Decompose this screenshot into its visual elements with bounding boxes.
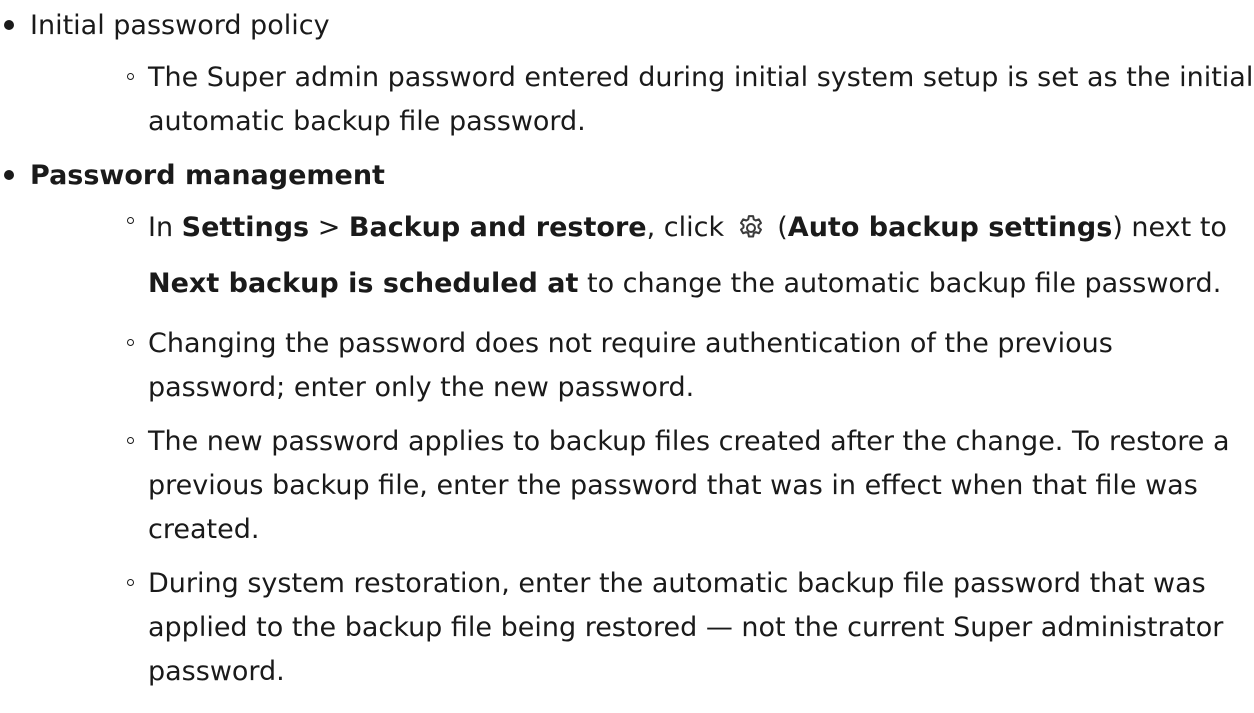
section-heading: Initial password policy	[30, 10, 330, 41]
text-fragment: In	[148, 212, 182, 243]
bullet-dot	[4, 20, 14, 30]
sub-list: The Super admin password entered during …	[30, 56, 1254, 144]
list-item: In Settings > Backup and restore, click …	[30, 200, 1254, 312]
text-fragment: , click	[646, 212, 733, 243]
path-separator: >	[309, 212, 349, 243]
text-fragment: (	[768, 212, 788, 243]
top-level-list: Initial password policy The Super admin …	[0, 4, 1254, 694]
list-item-text: Changing the password does not require a…	[148, 328, 1113, 403]
list-item-text: During system restoration, enter the aut…	[148, 568, 1224, 687]
document-page: Initial password policy The Super admin …	[0, 0, 1254, 713]
list-item: During system restoration, enter the aut…	[30, 562, 1254, 694]
list-item: The Super admin password entered during …	[30, 56, 1254, 144]
list-item-text: In Settings > Backup and restore, click …	[148, 200, 1254, 312]
list-item-password-management: Password management In Settings > Backup…	[0, 154, 1254, 694]
next-backup-label: Next backup is scheduled at	[148, 268, 579, 299]
bullet-circle	[127, 73, 134, 80]
auto-backup-settings-label: Auto backup settings	[787, 212, 1113, 243]
bullet-dot	[4, 170, 14, 180]
list-item-initial-password-policy: Initial password policy The Super admin …	[0, 4, 1254, 144]
menu-path-backup-and-restore: Backup and restore	[348, 212, 647, 243]
section-heading: Password management	[30, 160, 385, 191]
text-fragment: ) next to	[1112, 212, 1227, 243]
list-item-text: The Super admin password entered during …	[148, 62, 1254, 137]
menu-path-settings: Settings	[181, 212, 310, 243]
list-item-text: The new password applies to backup files…	[148, 426, 1230, 545]
list-item: Changing the password does not require a…	[30, 322, 1254, 410]
gear-icon	[736, 207, 766, 238]
list-item: The new password applies to backup files…	[30, 420, 1254, 552]
bullet-circle	[127, 217, 134, 224]
text-fragment: to change the automatic backup file pass…	[578, 268, 1222, 299]
bullet-circle	[127, 339, 134, 346]
sub-list: In Settings > Backup and restore, click …	[30, 200, 1254, 694]
bullet-circle	[127, 579, 134, 586]
bullet-circle	[127, 437, 134, 444]
